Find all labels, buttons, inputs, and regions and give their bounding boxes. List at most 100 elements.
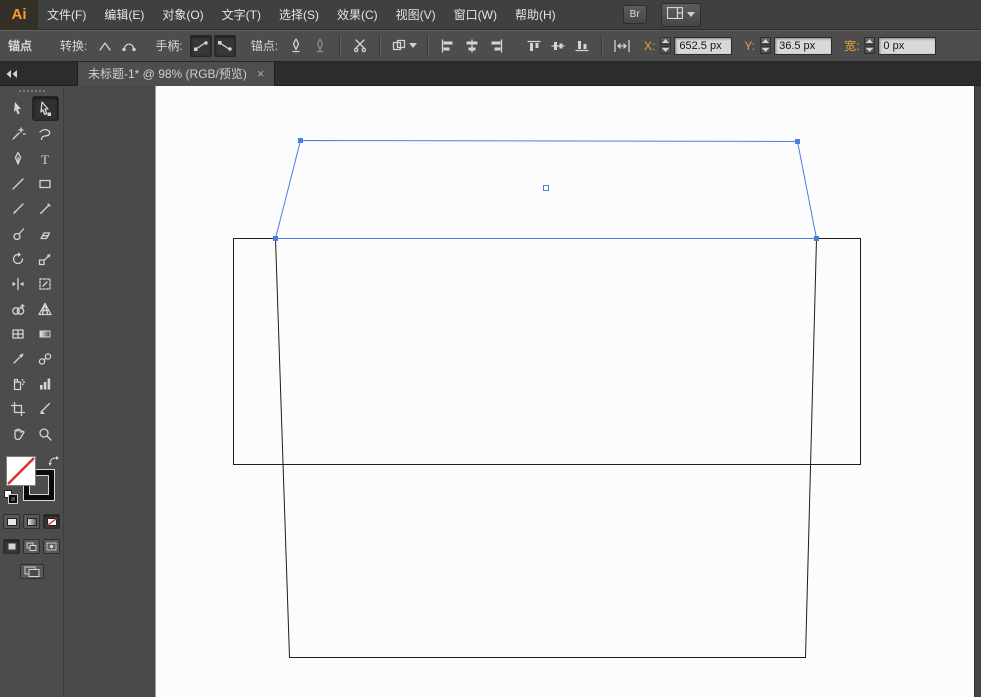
svg-text:T: T <box>41 152 49 167</box>
align-options-dropdown[interactable] <box>389 35 419 57</box>
object-center-marker[interactable] <box>543 185 549 191</box>
panel-grip[interactable] <box>18 90 45 92</box>
menu-view[interactable]: 视图(V) <box>387 0 445 30</box>
x-step-up[interactable] <box>660 37 672 45</box>
eraser-tool[interactable] <box>32 221 59 246</box>
pencil-tool[interactable] <box>32 196 59 221</box>
go-to-bridge-button[interactable]: Br <box>622 5 647 24</box>
mesh-tool[interactable] <box>5 321 32 346</box>
hide-handles-icon <box>217 40 232 51</box>
align-right-icon <box>491 38 503 53</box>
default-colors-button[interactable] <box>4 490 18 504</box>
hide-handles-button[interactable] <box>213 34 236 57</box>
shape-builder-tool[interactable] <box>5 296 32 321</box>
convert-to-corner-button[interactable] <box>94 35 116 57</box>
zoom-tool[interactable] <box>32 421 59 446</box>
menu-edit[interactable]: 编辑(E) <box>95 0 153 30</box>
y-step-up[interactable] <box>760 37 772 45</box>
anchor-point-top-right[interactable] <box>795 139 800 144</box>
blob-brush-tool[interactable] <box>5 221 32 246</box>
align-top-button[interactable] <box>523 35 545 57</box>
menu-window[interactable]: 窗口(W) <box>445 0 506 30</box>
free-transform-tool[interactable] <box>32 271 59 296</box>
chevron-down-icon <box>408 43 417 48</box>
document-tab[interactable]: 未标题-1* @ 98% (RGB/预览) × <box>77 61 276 86</box>
draw-inside-button[interactable] <box>43 539 60 554</box>
document-tab-bar: 未标题-1* @ 98% (RGB/预览) × <box>0 61 981 86</box>
envelope-drawing <box>233 138 861 658</box>
align-left-button[interactable] <box>437 35 459 57</box>
direct-selection-tool[interactable] <box>31 96 59 121</box>
hand-tool[interactable] <box>5 421 32 446</box>
align-center-button[interactable] <box>461 35 483 57</box>
gradient-button[interactable] <box>23 514 40 529</box>
menu-file[interactable]: 文件(F) <box>38 0 95 30</box>
type-tool[interactable]: T <box>32 146 59 171</box>
anchor-point-top-left[interactable] <box>298 138 303 143</box>
y-step-down[interactable] <box>760 46 772 54</box>
distribute-spacing-button[interactable] <box>611 35 633 57</box>
add-anchor-button[interactable] <box>309 35 331 57</box>
color-mode-row <box>0 514 63 529</box>
menu-select[interactable]: 选择(S) <box>270 0 328 30</box>
envelope-bottom-flap-path[interactable] <box>275 238 817 658</box>
menu-type[interactable]: 文字(T) <box>213 0 270 30</box>
y-input[interactable] <box>774 36 833 55</box>
slice-tool[interactable] <box>32 396 59 421</box>
collapse-dock-button[interactable] <box>5 69 19 79</box>
x-step-down[interactable] <box>660 46 672 54</box>
swap-fill-stroke-button[interactable] <box>48 454 60 472</box>
pen-tool[interactable] <box>5 146 32 171</box>
blend-tool[interactable] <box>32 346 59 371</box>
menu-object[interactable]: 对象(O) <box>153 0 212 30</box>
fill-color-swatch[interactable] <box>6 456 36 486</box>
workspace-switcher-button[interactable] <box>660 2 701 27</box>
magic-wand-tool[interactable] <box>5 121 32 146</box>
artboard-canvas[interactable] <box>155 86 981 697</box>
x-stepper[interactable] <box>660 37 672 54</box>
selection-tool[interactable] <box>5 96 32 121</box>
scale-tool[interactable] <box>32 246 59 271</box>
remove-anchor-button[interactable] <box>285 35 307 57</box>
separator <box>339 34 342 57</box>
y-stepper[interactable] <box>760 37 772 54</box>
convert-to-smooth-button[interactable] <box>118 35 140 57</box>
gradient-tool[interactable] <box>32 321 59 346</box>
corner-point-icon <box>99 41 112 51</box>
envelope-body-path[interactable] <box>233 238 861 465</box>
width-input[interactable] <box>878 36 937 55</box>
width-stepper[interactable] <box>864 37 876 54</box>
align-right-button[interactable] <box>485 35 507 57</box>
menu-effect[interactable]: 效果(C) <box>328 0 387 30</box>
lasso-tool[interactable] <box>32 121 59 146</box>
show-handles-button[interactable] <box>189 34 212 57</box>
anchor-point-bottom-right[interactable] <box>814 236 819 241</box>
envelope-top-flap-path-selected[interactable] <box>274 139 818 239</box>
artboard-tool[interactable] <box>5 396 32 421</box>
perspective-grid-tool[interactable] <box>32 296 59 321</box>
width-step-up[interactable] <box>864 37 876 45</box>
none-button[interactable] <box>43 514 60 529</box>
draw-behind-button[interactable] <box>23 539 40 554</box>
symbol-sprayer-tool[interactable] <box>5 371 32 396</box>
paintbrush-tool[interactable] <box>5 196 32 221</box>
cut-path-button[interactable] <box>349 35 371 57</box>
menu-help[interactable]: 帮助(H) <box>506 0 565 30</box>
column-graph-tool[interactable] <box>32 371 59 396</box>
align-vcenter-button[interactable] <box>547 35 569 57</box>
rotate-tool[interactable] <box>5 246 32 271</box>
fill-stroke-widget <box>4 454 62 504</box>
align-bottom-button[interactable] <box>571 35 593 57</box>
x-input[interactable] <box>674 36 733 55</box>
width-step-down[interactable] <box>864 46 876 54</box>
screen-mode-button[interactable] <box>19 564 44 579</box>
align-left-icon <box>441 38 453 53</box>
color-button[interactable] <box>3 514 20 529</box>
width-tool[interactable] <box>5 271 32 296</box>
eyedropper-tool[interactable] <box>5 346 32 371</box>
line-segment-tool[interactable] <box>5 171 32 196</box>
anchor-point-bottom-left[interactable] <box>273 236 278 241</box>
draw-normal-button[interactable] <box>3 539 20 554</box>
close-tab-button[interactable]: × <box>257 67 265 80</box>
rectangle-tool[interactable] <box>32 171 59 196</box>
